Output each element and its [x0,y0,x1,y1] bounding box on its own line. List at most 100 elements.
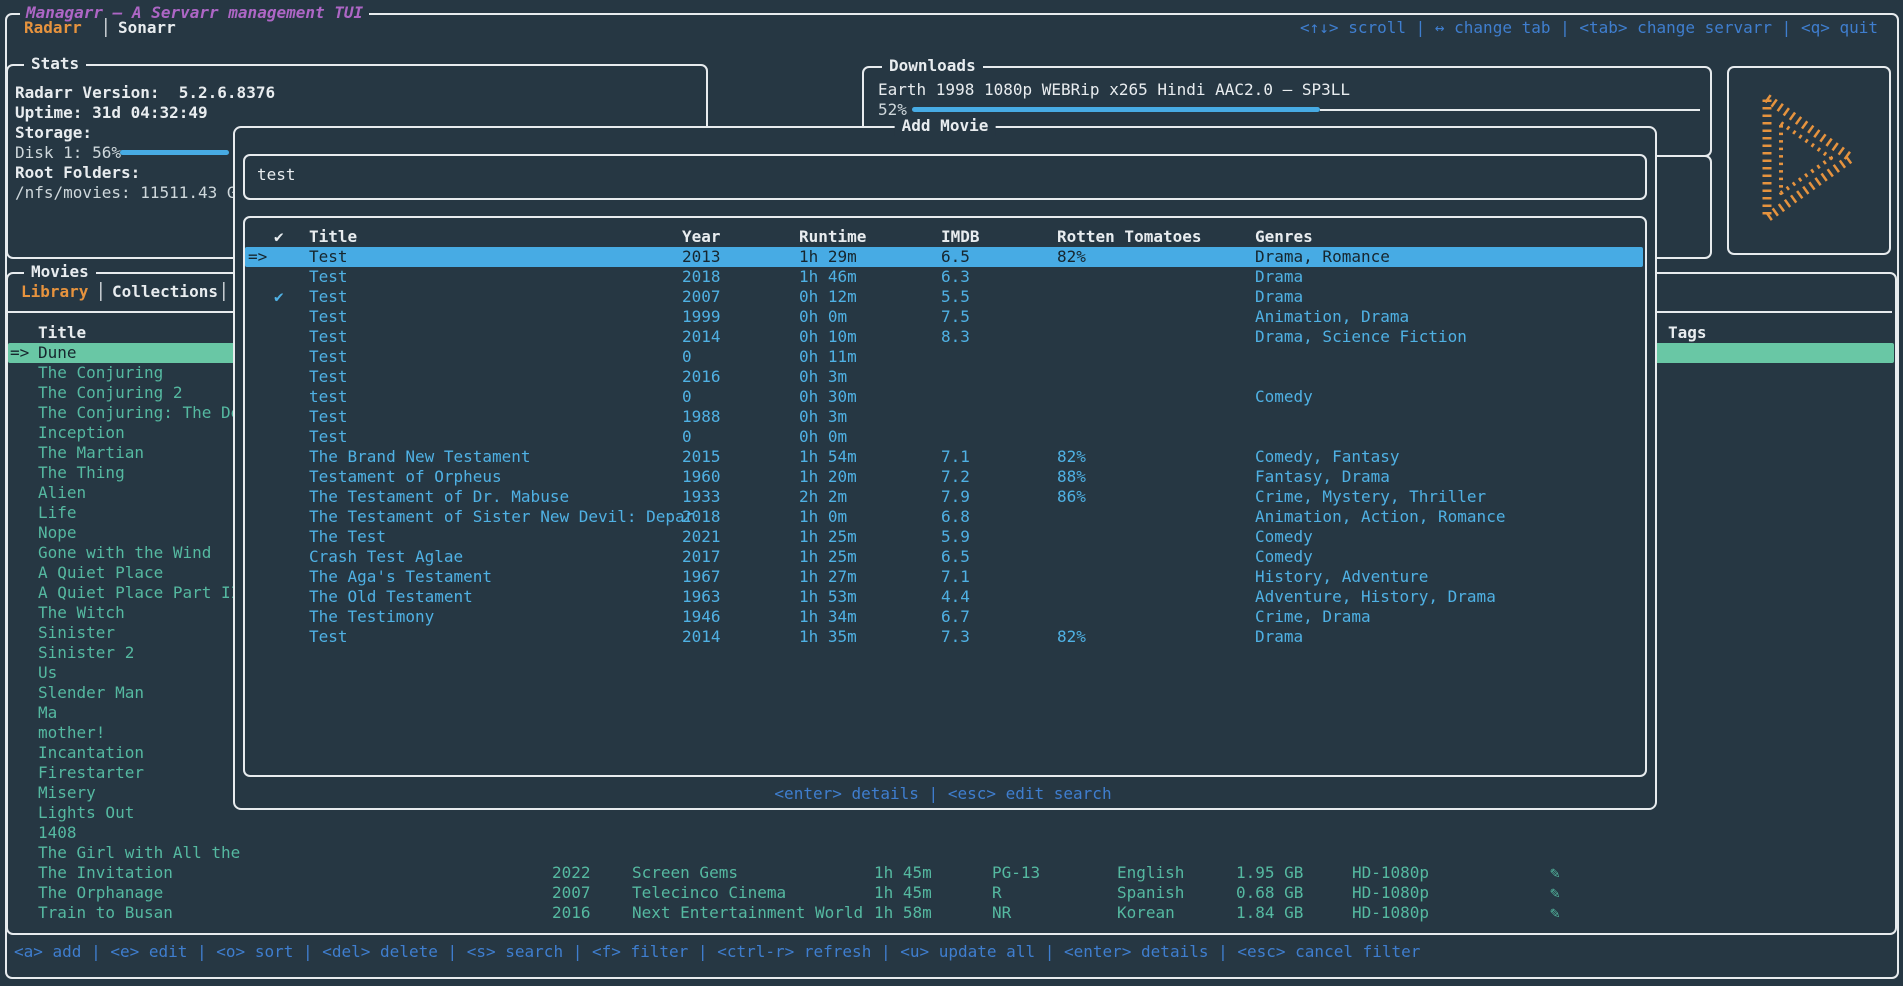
result-year: 2018 [682,507,721,527]
movie-title: mother! [38,723,105,743]
result-title: The Testament of Dr. Mabuse [309,487,569,507]
result-genres: Drama [1255,627,1303,647]
add-movie-result-row[interactable]: Test19880h 3m [245,407,1643,427]
result-title: The Testament of Sister New Devil: Depar [309,507,694,527]
result-genres: Animation, Drama [1255,307,1409,327]
logo-panel [1727,66,1891,255]
result-genres: Comedy [1255,387,1313,407]
add-movie-search-input[interactable] [255,164,1629,186]
result-rotten-tomatoes: 88% [1057,467,1086,487]
add-movie-result-row[interactable]: Test00h 0m [245,427,1643,447]
add-movie-result-row[interactable]: Test20160h 3m [245,367,1643,387]
result-runtime: 1h 34m [799,607,857,627]
movie-quality: HD-1080p [1352,863,1429,883]
header-genres: Genres [1255,227,1313,247]
add-movie-title: Add Movie [895,116,996,136]
result-genres: Comedy [1255,527,1313,547]
result-imdb-rating: 6.8 [941,507,970,527]
movie-list-item[interactable]: The Orphanage2007Telecinco Cinema1h 45mR… [0,883,1889,903]
add-movie-result-row[interactable]: The Testimony19461h 34m6.7Crime, Drama [245,607,1643,627]
result-year: 2014 [682,327,721,347]
movie-certification: NR [992,903,1011,923]
add-movie-result-row[interactable]: Test19990h 0m7.5Animation, Drama [245,307,1643,327]
result-genres: Drama [1255,287,1303,307]
result-genres: Drama, Science Fiction [1255,327,1467,347]
movie-title: Sinister [38,623,115,643]
add-movie-result-row[interactable]: Test20181h 46m6.3Drama [245,267,1643,287]
movie-title: Dune [38,343,77,363]
movie-title: The Conjuring 2 [38,383,183,403]
movie-title: Slender Man [38,683,144,703]
movie-list-item[interactable]: The Invitation2022Screen Gems1h 45mPG-13… [0,863,1889,883]
result-genres: Crime, Mystery, Thriller [1255,487,1486,507]
result-runtime: 1h 25m [799,547,857,567]
add-movie-result-row[interactable]: ✔Test20070h 12m5.5Drama [245,287,1643,307]
result-rotten-tomatoes: 82% [1057,247,1086,267]
result-year: 1999 [682,307,721,327]
movies-column-title: Title [38,323,86,343]
result-imdb-rating: 7.2 [941,467,970,487]
result-imdb-rating: 6.7 [941,607,970,627]
result-runtime: 1h 27m [799,567,857,587]
help-bar: <a> add | <e> edit | <o> sort | <del> de… [14,942,1420,962]
result-year: 2013 [682,247,721,267]
result-year: 2016 [682,367,721,387]
result-genres: Adventure, History, Drama [1255,587,1496,607]
result-imdb-rating: 7.3 [941,627,970,647]
movie-studio: Screen Gems [632,863,738,883]
movie-title: Incantation [38,743,144,763]
movies-tab-collections[interactable]: Collections [112,282,218,302]
add-movie-result-row[interactable]: Test00h 11m [245,347,1643,367]
add-movie-result-row[interactable]: The Test20211h 25m5.9Comedy [245,527,1643,547]
movie-list-item[interactable]: Train to Busan2016Next Entertainment Wor… [0,903,1889,923]
add-movie-result-row[interactable]: Test20140h 10m8.3Drama, Science Fiction [245,327,1643,347]
result-rotten-tomatoes: 82% [1057,447,1086,467]
result-year: 1933 [682,487,721,507]
add-movie-result-row[interactable]: Crash Test Aglae20171h 25m6.5Comedy [245,547,1643,567]
add-movie-result-row[interactable]: The Old Testament19631h 53m4.4Adventure,… [245,587,1643,607]
movie-studio: Next Entertainment World [632,903,863,923]
root-folder-value: /nfs/movies: 11511.43 GB [15,183,246,203]
movie-title: Sinister 2 [38,643,134,663]
movies-column-tags: Tags [1668,323,1707,343]
movies-tab-separator-2: │ [219,282,229,302]
add-movie-result-row[interactable]: The Testament of Sister New Devil: Depar… [245,507,1643,527]
add-movie-result-row[interactable]: =>Test20131h 29m6.582%Drama, Romance [245,247,1643,267]
movie-certification: PG-13 [992,863,1040,883]
download-progress-rest [1320,109,1700,111]
result-runtime: 1h 35m [799,627,857,647]
result-title: The Aga's Testament [309,567,492,587]
movie-title: 1408 [38,823,77,843]
download-progress-fill [912,107,1320,112]
add-movie-result-row[interactable]: Testament of Orpheus19601h 20m7.288%Fant… [245,467,1643,487]
add-movie-result-row[interactable]: The Aga's Testament19671h 27m7.1History,… [245,567,1643,587]
add-movie-result-row[interactable]: test00h 30mComedy [245,387,1643,407]
add-movie-result-row[interactable]: Test20141h 35m7.382%Drama [245,627,1643,647]
movie-title: The Martian [38,443,144,463]
movie-title: The Conjuring [38,363,163,383]
header-rotten-tomatoes: Rotten Tomatoes [1057,227,1202,247]
movies-tab-library[interactable]: Library [21,282,88,302]
add-movie-hints: <enter> details | <esc> edit search [235,784,1651,804]
result-genres: Drama [1255,267,1303,287]
tab-sonarr[interactable]: Sonarr [118,18,176,38]
add-movie-result-row[interactable]: The Testament of Dr. Mabuse19332h 2m7.98… [245,487,1643,507]
stats-panel-title: Stats [24,54,86,74]
movie-list-item[interactable]: 1408 [0,823,1889,843]
download-item-name: Earth 1998 1080p WEBRip x265 Hindi AAC2.… [878,80,1350,100]
result-year: 2015 [682,447,721,467]
result-title: Test [309,407,348,427]
movie-list-item[interactable]: The Girl with All the [0,843,1889,863]
result-genres: Comedy [1255,547,1313,567]
result-imdb-rating: 7.1 [941,567,970,587]
result-genres: Comedy, Fantasy [1255,447,1400,467]
stats-uptime: Uptime: 31d 04:32:49 [15,103,208,123]
result-title: Test [309,367,348,387]
result-runtime: 0h 10m [799,327,857,347]
tab-radarr[interactable]: Radarr [24,18,82,38]
add-movie-result-row[interactable]: The Brand New Testament20151h 54m7.182%C… [245,447,1643,467]
movie-language: Spanish [1117,883,1184,903]
movie-size: 1.95 GB [1236,863,1303,883]
movie-title: A Quiet Place [38,563,163,583]
result-year: 1963 [682,587,721,607]
